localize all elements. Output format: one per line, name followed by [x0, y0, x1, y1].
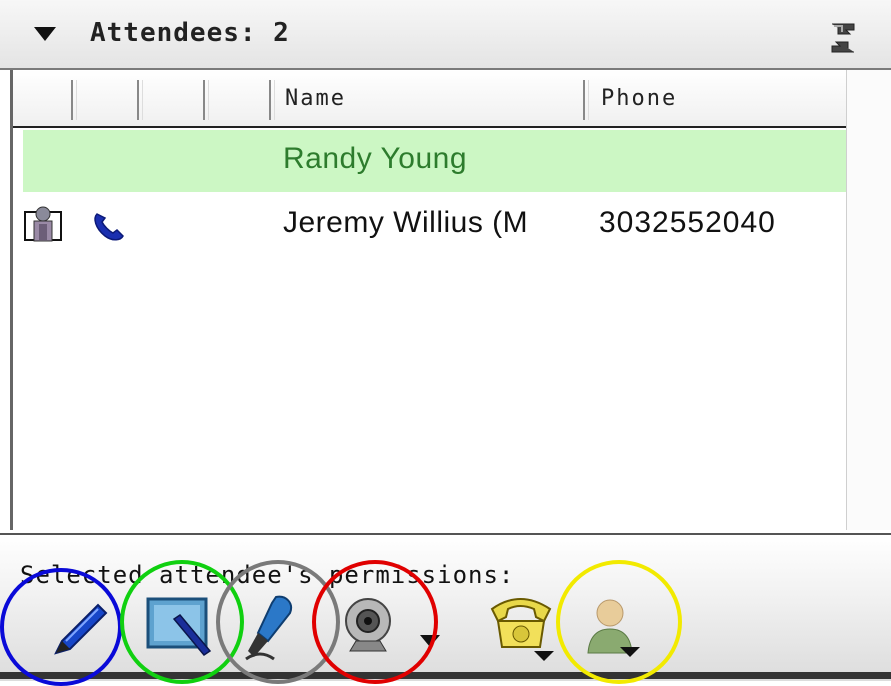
column-header-phone[interactable]: Phone — [601, 86, 677, 111]
column-separator[interactable] — [269, 80, 275, 120]
microphone-icon[interactable] — [240, 593, 300, 663]
phone-handset-icon — [94, 213, 124, 241]
column-separator[interactable] — [137, 80, 143, 120]
telephone-icon[interactable] — [484, 591, 564, 663]
column-separator[interactable] — [71, 80, 77, 120]
panel-bottom-border — [0, 672, 891, 679]
permissions-bar: Selected attendee's permissions: — [0, 533, 891, 681]
webcam-icon[interactable] — [336, 595, 446, 661]
attendee-row[interactable]: Jeremy Willius (M 3032552040 — [23, 194, 847, 256]
attendee-name: Randy Young — [283, 142, 468, 175]
triangle-down-icon[interactable] — [34, 27, 56, 41]
whiteboard-icon[interactable] — [144, 593, 216, 661]
attendees-title: Attendees: 2 — [90, 18, 290, 48]
attendee-phone: 3032552040 — [599, 206, 776, 239]
column-header-name[interactable]: Name — [285, 86, 346, 111]
annotate-pen-icon[interactable] — [48, 597, 112, 661]
vertical-scrollbar[interactable] — [846, 70, 891, 530]
attendee-row-selected[interactable]: Randy Young — [23, 130, 847, 192]
attendees-panel: Attendees: 2 Name Phone Randy Young Jere… — [0, 0, 891, 686]
column-separator[interactable] — [583, 80, 589, 120]
attendee-presence-icon — [24, 206, 62, 242]
permissions-label: Selected attendee's permissions: — [20, 561, 515, 589]
column-separator[interactable] — [203, 80, 209, 120]
attendees-header: Attendees: 2 — [0, 0, 891, 70]
attendee-list: Name Phone Randy Young Jeremy Willius (M… — [10, 70, 849, 530]
refresh-icon[interactable] — [828, 20, 858, 56]
column-header-row: Name Phone — [13, 70, 849, 128]
attendee-role-icon[interactable] — [584, 595, 648, 661]
attendee-name: Jeremy Willius (M — [283, 206, 529, 239]
